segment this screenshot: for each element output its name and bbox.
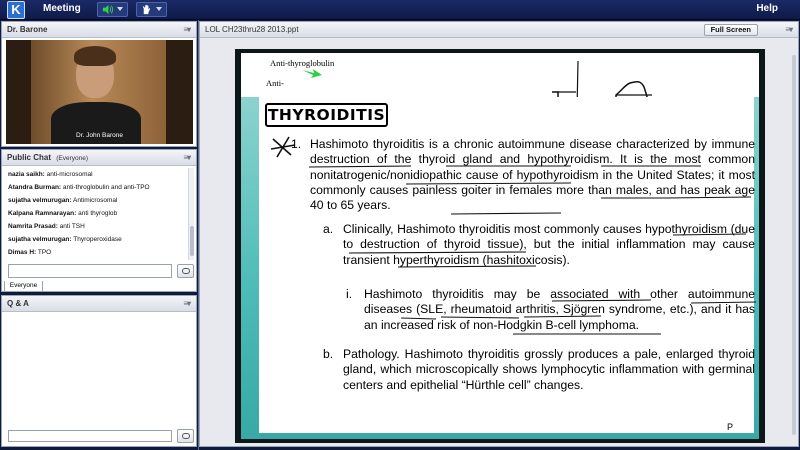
- chat-scrollbar[interactable]: [188, 168, 194, 260]
- chat-user: Atandra Burman:: [8, 184, 62, 191]
- chat-message-list: nazia saikh: anti-microsomal Atandra Bur…: [6, 168, 194, 260]
- slide-stage: Anti-thyroglobulin Anti- THYROIDITIS 1. …: [235, 49, 765, 443]
- presentation-slide: Anti-thyroglobulin Anti- THYROIDITIS 1. …: [241, 53, 759, 439]
- chat-message: Namrita Prasad: anti TSH: [6, 220, 194, 233]
- menu-meeting[interactable]: Meeting: [43, 3, 81, 14]
- chat-message: sujatha velmurugan: Antimicrosomal: [6, 194, 194, 207]
- chat-message: Dimas H: TPO: [6, 246, 194, 259]
- speaker-dropdown-icon[interactable]: [117, 7, 123, 11]
- chat-user: sujatha velmurugan:: [8, 197, 72, 204]
- share-pod-header: LOL CH23thru28 2013.ppt Full Screen ≡▾: [200, 22, 798, 38]
- qa-pod-header: Q & A ≡▾: [2, 296, 196, 312]
- video-pod-header: Dr. Barone ≡▾: [2, 22, 196, 38]
- video-pod: Dr. Barone ≡▾ Dr. John Barone: [1, 21, 197, 147]
- chat-pod-title: Public Chat: [7, 153, 52, 162]
- webcam-video: Dr. John Barone: [6, 40, 193, 144]
- chat-message: Kalpana Ramnarayan: anti thyroglob: [6, 207, 194, 220]
- speaker-icon: [102, 4, 113, 15]
- qa-pod-title: Q & A: [7, 299, 29, 308]
- pod-options-icon[interactable]: ≡▾: [785, 25, 793, 34]
- chat-message: Atandra Burman: anti-throglobulin and an…: [6, 181, 194, 194]
- pod-options-icon[interactable]: ≡▾: [183, 299, 191, 308]
- chat-pod-header: Public Chat (Everyone) ≡▾: [2, 150, 196, 166]
- top-menu-bar: K Meeting Help: [0, 0, 800, 20]
- raise-hand-button[interactable]: [136, 2, 167, 17]
- raise-hand-dropdown-icon[interactable]: [156, 7, 162, 11]
- chat-text: Antimicrosomal: [71, 197, 118, 204]
- full-screen-button[interactable]: Full Screen: [703, 24, 758, 36]
- qa-pod: Q & A ≡▾: [1, 295, 197, 447]
- qa-input[interactable]: [8, 430, 172, 442]
- raise-hand-icon: [142, 4, 151, 15]
- video-presenter-name: Dr. John Barone: [76, 132, 123, 139]
- chat-text: anti-microsomal: [44, 171, 93, 178]
- chat-text: anti TSH: [57, 223, 85, 230]
- chat-user: nazia saikh:: [8, 171, 45, 178]
- chat-audience: (Everyone): [56, 155, 89, 162]
- share-pod: LOL CH23thru28 2013.ppt Full Screen ≡▾ A…: [199, 21, 799, 447]
- chat-message: sujatha velmurugan: Thyroperoxidase: [6, 233, 194, 246]
- slide-page-mark: P: [727, 422, 734, 432]
- meeting-app: K Meeting Help Dr. Barone ≡▾ Dr. John Ba…: [0, 0, 800, 450]
- chat-user: Kalpana Ramnarayan:: [8, 210, 77, 217]
- chat-bubble-icon: [182, 268, 190, 274]
- chat-scrollbar-thumb[interactable]: [190, 226, 194, 256]
- underline-annotations: [308, 165, 757, 335]
- video-presenter-hair: [74, 46, 116, 66]
- chat-input[interactable]: [8, 264, 172, 278]
- chat-bubble-icon: [182, 433, 190, 439]
- chat-pod: Public Chat (Everyone) ≡▾ nazia saikh: a…: [1, 149, 197, 292]
- chat-user: Dimas H:: [8, 249, 37, 256]
- chat-message: nazia saikh: anti-microsomal: [6, 168, 194, 181]
- chat-text: TPO: [36, 249, 52, 256]
- video-pod-title: Dr. Barone: [7, 25, 48, 34]
- tab-everyone[interactable]: Everyone: [4, 281, 43, 292]
- chat-user: Namrita Prasad:: [8, 223, 58, 230]
- speaker-button[interactable]: [97, 2, 128, 17]
- chat-text: anti-throglobulin and anti-TPO: [61, 184, 150, 191]
- app-logo: K: [7, 1, 25, 19]
- chat-send-button[interactable]: [177, 264, 194, 278]
- share-scrollbar[interactable]: [792, 55, 796, 435]
- pod-options-icon[interactable]: ≡▾: [183, 153, 191, 162]
- share-pod-title: LOL CH23thru28 2013.ppt: [205, 25, 299, 34]
- pod-options-icon[interactable]: ≡▾: [183, 25, 191, 34]
- chat-user: sujatha velmurugan:: [8, 236, 72, 243]
- qa-send-button[interactable]: [177, 429, 194, 443]
- menu-help[interactable]: Help: [756, 3, 778, 14]
- chat-text: Thyroperoxidase: [71, 236, 122, 243]
- chat-text: anti thyroglob: [76, 210, 118, 217]
